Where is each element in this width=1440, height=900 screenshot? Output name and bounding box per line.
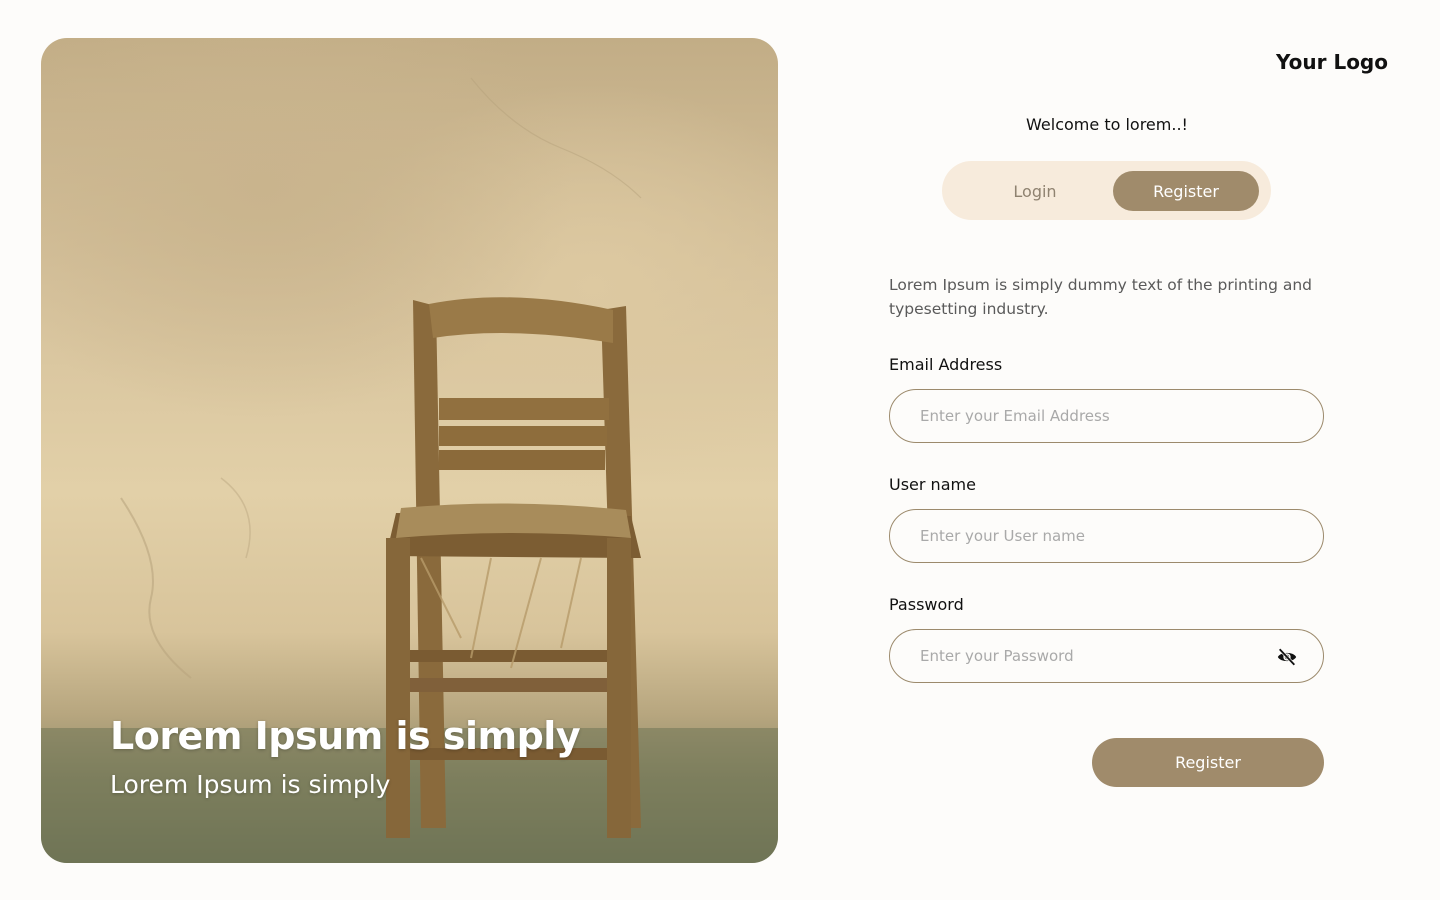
tab-login[interactable]: Login [962,171,1108,211]
hero-subtitle: Lorem Ipsum is simply [110,770,391,799]
email-label: Email Address [889,355,1003,374]
eye-off-icon[interactable] [1276,646,1298,668]
hero-image-card: Lorem Ipsum is simply Lorem Ipsum is sim… [41,38,778,863]
brand-logo[interactable]: Your Logo [1276,50,1388,74]
email-field-wrapper [889,389,1324,443]
welcome-heading: Welcome to lorem..! [1026,115,1188,134]
username-field[interactable] [920,510,1280,562]
auth-mode-toggle: Login Register [942,161,1271,220]
register-button[interactable]: Register [1092,738,1324,787]
password-field-wrapper [889,629,1324,683]
password-field[interactable] [920,630,1280,682]
password-label: Password [889,595,964,614]
hero-title: Lorem Ipsum is simply [110,714,581,758]
username-label: User name [889,475,976,494]
email-field[interactable] [920,390,1280,442]
tab-register[interactable]: Register [1113,171,1259,211]
register-page: Lorem Ipsum is simply Lorem Ipsum is sim… [0,0,1440,900]
username-field-wrapper [889,509,1324,563]
intro-text: Lorem Ipsum is simply dummy text of the … [889,276,1312,318]
hero-caption: Lorem Ipsum is simply Lorem Ipsum is sim… [110,714,581,799]
